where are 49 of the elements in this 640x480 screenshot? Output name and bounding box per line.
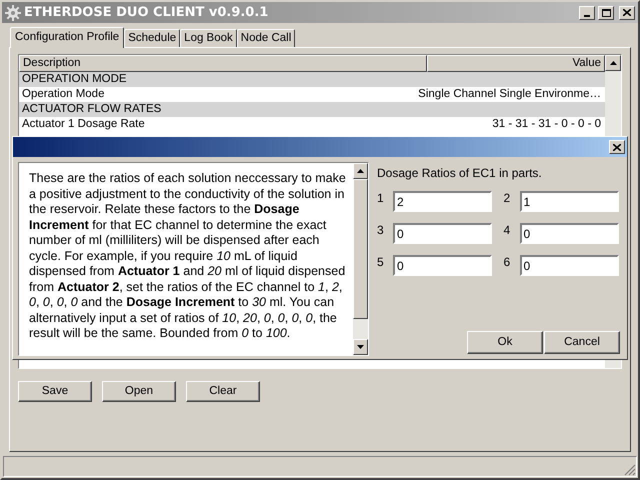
property-value: 31 - 31 - 31 - 0 - 0 - 0 [492,116,602,132]
input-field[interactable]: 0 [520,223,618,244]
fields-heading: Dosage Ratios of EC1 in parts. [377,165,543,182]
window-title: ETHERDOSE DUO CLIENT v0.9.0.1 [24,4,270,22]
scroll-up-button[interactable] [605,55,621,71]
tab[interactable]: Schedule [124,29,180,47]
action-button[interactable]: Clear [186,381,260,402]
up-arrow-icon [610,61,616,65]
minimize-icon [584,14,590,16]
field-label: 4 [504,223,512,237]
close-button[interactable] [609,140,625,154]
property-value: Single Channel Single Environme… [418,86,602,102]
input-field[interactable]: 0 [393,255,492,276]
tab[interactable]: Node Call [236,29,296,47]
property-name: Actuator 1 Dosage Rate [22,116,146,132]
help-text: These are the ratios of each solution neccessary to make a positive adjustment to the conductivity of the solution in the reservoir. Relate these factors to the Dosage Increment for that EC channel to determine the exact number of ml (milliliters) will be dispensed after each cycle. For example, if you require 10 mL of liquid dispensed from Actuator 1 and 20 ml of liquid dispensed from Actuator 2, set the ratios of the EC channel to 1, 2, 0, 0, 0, 0 and the Dosage Increment to 30 ml. You can alternatively input a set of ratios of 10, 20, 0, 0, 0, 0, the result will be the same. Bounded from 0 to 100. [19,163,353,355]
property-name: Operation Mode [22,86,106,102]
section-header: OPERATION MODE [22,72,128,87]
scroll-up-button[interactable] [353,163,368,179]
field-label: 5 [377,255,385,269]
input-field[interactable]: 0 [520,255,618,276]
scrollbar[interactable] [353,163,368,355]
tab[interactable]: Log Book [180,29,237,47]
input-field[interactable]: 0 [393,223,492,244]
field-label: 3 [377,223,385,237]
dialog-button[interactable]: Ok [467,331,543,354]
up-arrow-icon [357,169,364,173]
field-label: 1 [377,191,385,205]
close-icon [623,9,631,16]
gear-icon [5,4,21,20]
input-field[interactable]: 1 [520,191,618,212]
maximize-button[interactable] [598,6,614,20]
close-button[interactable] [619,6,635,20]
scroll-down-button[interactable] [353,339,368,355]
input-field[interactable]: 2 [393,191,492,212]
down-arrow-icon [357,345,364,349]
action-button[interactable]: Save [18,381,92,402]
tab[interactable]: Configuration Profile [10,27,124,48]
action-button[interactable]: Open [102,381,176,402]
column-header[interactable]: Description [19,55,427,72]
section-header: ACTUATOR FLOW RATES [22,102,162,117]
close-icon [613,144,621,150]
column-header[interactable]: Value [427,55,605,72]
maximize-icon [602,8,610,16]
field-label: 6 [504,255,512,269]
scroll-thumb[interactable] [353,179,368,319]
minimize-button[interactable] [579,6,595,20]
dialog-button[interactable]: Cancel [544,331,620,354]
field-label: 2 [504,191,512,205]
